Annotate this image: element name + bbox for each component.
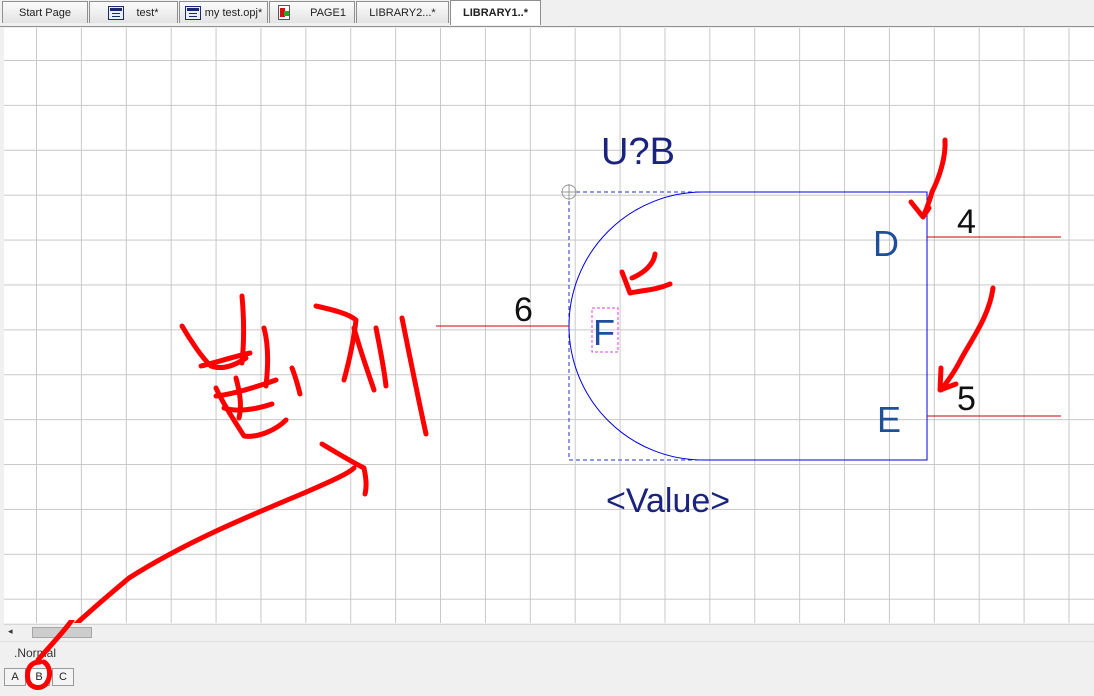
page-tab-label: C	[59, 671, 67, 683]
schematic-canvas[interactable]: U?B <Value> D F E 4 6 5	[4, 28, 1094, 623]
tab-library1[interactable]: LIBRARY1..*	[450, 0, 541, 25]
page-tab-label: A	[11, 671, 19, 683]
tab-label: PAGE1	[310, 6, 346, 19]
handwritten-annotations	[73, 137, 996, 623]
pin-name-f: F	[593, 312, 615, 353]
arrow-to-d	[920, 137, 948, 219]
pin-name-d: D	[873, 223, 899, 264]
scrollbar-thumb[interactable]	[32, 627, 92, 638]
pin-number-4: 4	[957, 203, 976, 241]
tab-test[interactable]: test*	[89, 1, 178, 23]
arrow-to-e	[938, 285, 996, 393]
view-status-bar: .Normal	[0, 641, 1094, 666]
document-tab-bar: Start Page test* my test.opj* PAGE1 LIBR…	[0, 0, 1094, 27]
schematic-icon	[184, 5, 201, 20]
tab-label: my test.opj*	[204, 6, 263, 19]
schematic-icon	[108, 5, 125, 20]
horizontal-scrollbar[interactable]: ◂	[4, 624, 1094, 641]
view-mode-label: .Normal	[14, 646, 57, 660]
part-drawing: U?B <Value> D F E 4 6 5	[73, 131, 1061, 623]
long-arrow	[73, 465, 357, 623]
tab-library2[interactable]: LIBRARY2...*	[356, 1, 449, 23]
origin-marker	[561, 184, 577, 200]
page-tab-label: B	[35, 671, 43, 683]
part-value: <Value>	[606, 482, 730, 520]
tab-page1[interactable]: PAGE1	[269, 1, 355, 23]
page-tab-c[interactable]: C	[52, 668, 74, 686]
tab-label: test*	[136, 6, 159, 19]
arrow-to-f	[629, 251, 658, 281]
part-page-tabs: A B C	[0, 666, 1094, 696]
pin-number-6: 6	[514, 291, 533, 329]
part-reference: U?B	[601, 131, 675, 173]
pin-name-e: E	[877, 399, 901, 440]
page-tab-b[interactable]: B	[28, 668, 50, 686]
tab-label: Start Page	[19, 6, 71, 19]
tab-my-test-opj[interactable]: my test.opj*	[179, 1, 268, 23]
tab-label: LIBRARY1..*	[463, 7, 528, 19]
arrow-to-f-head	[619, 269, 673, 296]
scroll-left-icon[interactable]: ◂	[8, 626, 18, 637]
page-tab-a[interactable]: A	[4, 668, 26, 686]
tab-start-page[interactable]: Start Page	[2, 1, 88, 23]
long-arrow-head	[319, 441, 369, 497]
page-icon	[278, 5, 291, 20]
tab-label: LIBRARY2...*	[369, 6, 436, 19]
pin-number-5: 5	[957, 380, 976, 418]
